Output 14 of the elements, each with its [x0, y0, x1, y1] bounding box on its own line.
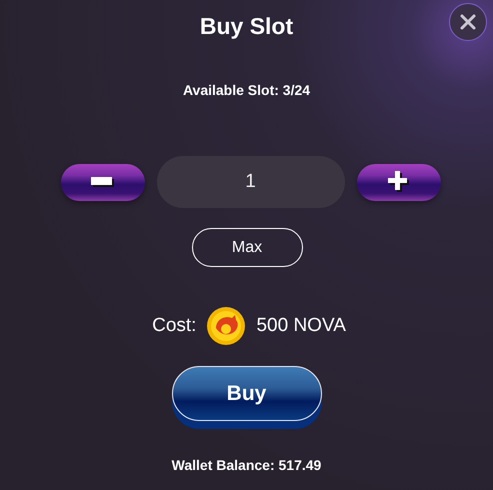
dialog-title: Buy Slot	[200, 12, 294, 40]
plus-icon	[388, 171, 410, 193]
cost-label: Cost:	[152, 315, 196, 337]
wallet-balance-label: Wallet Balance: 517.49	[172, 457, 322, 473]
increase-button[interactable]	[356, 164, 440, 200]
quantity-field[interactable]: 1	[156, 156, 344, 208]
close-icon	[459, 13, 477, 31]
cost-amount: 500 NOVA	[256, 315, 346, 337]
minus-icon	[90, 176, 114, 188]
available-slots-label: Available Slot: 3/24	[182, 82, 310, 98]
decrease-button[interactable]	[60, 164, 144, 200]
close-button[interactable]	[449, 3, 487, 41]
max-button[interactable]: Max	[192, 228, 302, 267]
coin-icon	[206, 306, 246, 346]
